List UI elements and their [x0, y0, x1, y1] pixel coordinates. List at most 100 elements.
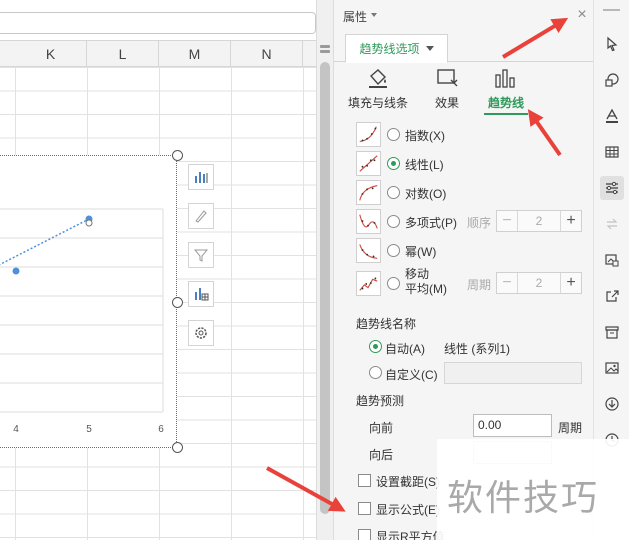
exponential-trend-icon [356, 122, 381, 147]
linear-trend-icon [356, 151, 381, 176]
trendline-type-logarithmic[interactable]: 对数(O) [356, 178, 593, 207]
custom-name-input[interactable] [444, 362, 582, 384]
power-trend-icon [356, 238, 381, 263]
scroll-up-icon[interactable] [320, 45, 330, 48]
chart-filter-button[interactable] [188, 242, 214, 268]
table-button[interactable] [600, 140, 624, 164]
option-label: 自定义(C) [385, 368, 438, 382]
text-style-button[interactable] [600, 104, 624, 128]
column-header: K L M N [0, 40, 316, 67]
cursor-icon [607, 36, 618, 52]
chart-object[interactable]: 4 5 6 [0, 150, 183, 453]
close-button[interactable]: × [574, 7, 590, 24]
resize-handle-top-right[interactable] [172, 150, 183, 161]
flip-button[interactable] [600, 212, 624, 236]
shapes-icon [605, 73, 619, 87]
select-tool-button[interactable] [600, 32, 624, 56]
text-style-icon [606, 108, 618, 123]
chart-elements-button[interactable] [188, 164, 214, 190]
column-n-header[interactable]: N [231, 41, 303, 67]
check-label: 显示R平方值 [376, 530, 445, 540]
sub-tab-effects[interactable]: 效果 [426, 63, 468, 116]
column-m-header[interactable]: M [159, 41, 231, 67]
chart-layout-button[interactable] [188, 281, 214, 307]
radio-moving-average[interactable] [387, 277, 400, 290]
radio-polynomial[interactable] [387, 215, 400, 228]
decrement-button[interactable]: − [497, 211, 517, 231]
trend-forecast-title: 趋势预测 [356, 394, 405, 408]
trendline-name-title: 趋势线名称 [356, 317, 417, 331]
fill-bucket-icon [369, 69, 387, 88]
picture-crop-icon [605, 254, 619, 267]
tab-label: 趋势线选项 [359, 42, 420, 56]
polynomial-trend-icon [356, 209, 381, 234]
period-value[interactable]: 2 [517, 273, 561, 293]
show-equation-checkbox[interactable] [358, 502, 371, 515]
order-label: 顺序 [467, 216, 492, 230]
chevron-down-icon [425, 46, 434, 51]
chart-quick-tools [188, 164, 216, 359]
image-button[interactable] [600, 356, 624, 380]
properties-button[interactable] [600, 176, 624, 200]
forward-periods-input[interactable]: 0.00 [473, 414, 552, 437]
order-stepper[interactable]: − 2 + [496, 210, 582, 232]
radio-power[interactable] [387, 244, 400, 257]
type-label-line: 平均(M) [405, 282, 447, 296]
scroll-up-icon[interactable] [320, 50, 330, 53]
type-label: 多项式(P) [405, 216, 457, 230]
archive-icon [605, 326, 619, 339]
resize-handle-right[interactable] [172, 297, 183, 308]
chart-style-button[interactable] [188, 203, 214, 229]
period-label: 周期 [467, 278, 492, 292]
decrement-button[interactable]: − [497, 273, 517, 293]
check-label: 显示公式(E) [376, 503, 440, 517]
sub-tab-trendline[interactable]: 趋势线 [482, 63, 530, 116]
radio-logarithmic[interactable] [387, 186, 400, 199]
spreadsheet-area[interactable]: K L M N 4 5 6 [0, 0, 316, 540]
moving-average-trend-icon [356, 271, 381, 296]
share-button[interactable] [600, 284, 624, 308]
share-icon [606, 290, 619, 302]
scroll-thumb[interactable] [320, 62, 330, 514]
download-button[interactable] [600, 392, 624, 416]
trendline-type-polynomial[interactable]: 多项式(P) 顺序 − 2 + [356, 207, 593, 236]
check-label: 设置截距(S) [376, 475, 440, 489]
trendline-type-power[interactable]: 幂(W) [356, 236, 593, 265]
chart-layout-icon [195, 288, 209, 301]
radio-linear[interactable] [387, 157, 400, 170]
period-stepper[interactable]: − 2 + [496, 272, 582, 294]
tab-trendline-options[interactable]: 趋势线选项 [345, 34, 448, 63]
shapes-button[interactable] [600, 68, 624, 92]
increment-button[interactable]: + [561, 211, 581, 231]
sub-tab-fill-line[interactable]: 填充与线条 [346, 63, 410, 116]
column-k-header[interactable]: K [15, 41, 87, 67]
properties-icon [606, 181, 618, 195]
radio-custom-name[interactable] [369, 366, 382, 379]
logarithmic-trend-icon [356, 180, 381, 205]
column-l-header[interactable]: L [87, 41, 159, 67]
chart-style-icon [195, 210, 207, 223]
chart-settings-button[interactable] [188, 320, 214, 346]
trendline-type-exponential[interactable]: 指数(X) [356, 120, 593, 149]
pane-title[interactable]: 属性 [343, 8, 367, 25]
sub-tab-label: 趋势线 [487, 96, 524, 110]
formula-bar[interactable] [0, 12, 316, 34]
type-label: 对数(O) [405, 187, 447, 201]
resize-handle-bottom-right[interactable] [172, 442, 183, 453]
pane-tabs: 趋势线选项 [334, 32, 593, 63]
set-intercept-checkbox[interactable] [358, 474, 371, 487]
radio-auto-name[interactable] [369, 340, 382, 353]
option-label: 自动(A) [385, 342, 425, 356]
show-r-squared-checkbox[interactable] [358, 529, 371, 540]
vertical-scrollbar[interactable] [316, 0, 333, 540]
forward-unit: 周期 [558, 421, 583, 435]
order-value[interactable]: 2 [517, 211, 561, 231]
data-point-ring [85, 219, 93, 227]
increment-button[interactable]: + [561, 273, 581, 293]
effects-icon [437, 69, 458, 87]
archive-button[interactable] [600, 320, 624, 344]
trendline-type-moving-average[interactable]: 移动 平均(M) 周期 − 2 + [356, 267, 593, 304]
picture-crop-button[interactable] [600, 248, 624, 272]
radio-exponential[interactable] [387, 128, 400, 141]
chevron-down-icon[interactable] [371, 13, 377, 17]
